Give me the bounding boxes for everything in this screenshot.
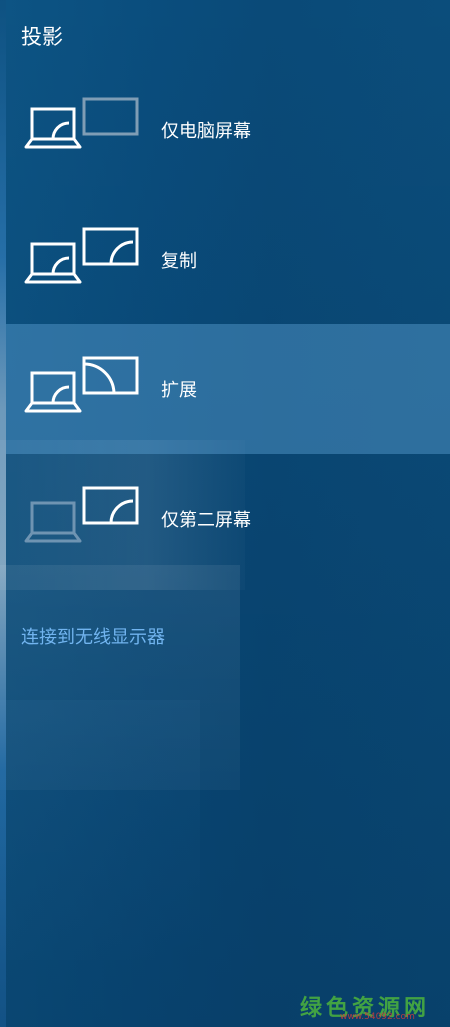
option-label: 扩展 [161, 380, 197, 401]
option-label: 仅电脑屏幕 [161, 121, 251, 142]
background-window-shape [0, 700, 200, 960]
option-pc-screen-only[interactable]: 仅电脑屏幕 [6, 65, 450, 195]
option-label: 复制 [161, 251, 197, 272]
pc-screen-only-icon [24, 97, 139, 149]
duplicate-icon [24, 227, 139, 284]
option-second-screen-only[interactable]: 仅第二屏幕 [6, 454, 450, 584]
second-screen-only-icon [24, 486, 139, 543]
panel-title: 投影 [21, 25, 63, 49]
option-extend[interactable]: 扩展 [6, 324, 450, 454]
option-label: 仅第二屏幕 [161, 510, 251, 531]
connect-wireless-display-link[interactable]: 连接到无线显示器 [21, 623, 165, 649]
extend-icon [24, 356, 139, 413]
option-duplicate[interactable]: 复制 [6, 195, 450, 325]
project-panel: 投影 仅电脑屏幕 复制 扩展 仅第二屏幕 连接到无线显示器 绿色资源网 www.… [0, 0, 450, 1027]
site-watermark: 绿色资源网 www.54092.com [300, 990, 445, 1022]
background-window-shape [0, 565, 240, 790]
watermark-url: www.54092.com [340, 1012, 415, 1022]
